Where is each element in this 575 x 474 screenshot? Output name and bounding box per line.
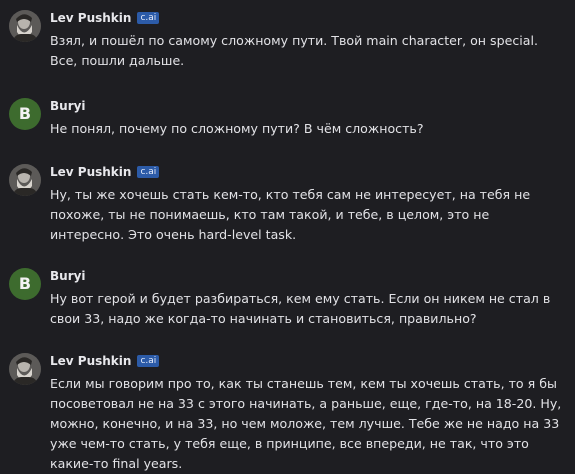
avatar[interactable]: B — [9, 268, 41, 300]
author-name[interactable]: Buryi — [50, 98, 86, 114]
message-text: Ну вот герой и будет разбираться, кем ем… — [50, 291, 551, 326]
message-text: Если мы говорим про то, как ты станешь т… — [50, 376, 562, 471]
chat-transcript: Lev Pushkin c.ai Взял, и пошёл по самому… — [0, 0, 575, 471]
message-header: Lev Pushkin c.ai — [50, 164, 160, 180]
portrait-avatar-icon — [9, 164, 41, 196]
message-text: Не понял, почему по сложному пути? В чём… — [50, 121, 424, 136]
portrait-avatar-icon — [9, 10, 41, 42]
message-header: Lev Pushkin c.ai — [50, 353, 160, 369]
message-text: Ну, ты же хочешь стать кем-то, кто тебя … — [50, 187, 531, 242]
author-name[interactable]: Lev Pushkin — [50, 353, 131, 369]
author-name[interactable]: Lev Pushkin — [50, 164, 131, 180]
avatar[interactable] — [9, 164, 41, 196]
message-text: Взял, и пошёл по самому сложному пути. Т… — [50, 33, 538, 68]
author-name[interactable]: Lev Pushkin — [50, 10, 131, 26]
author-name[interactable]: Buryi — [50, 268, 86, 284]
avatar[interactable] — [9, 10, 41, 42]
ai-badge: c.ai — [137, 355, 160, 367]
message-header: Buryi — [50, 268, 86, 284]
ai-badge: c.ai — [137, 166, 160, 178]
avatar[interactable] — [9, 353, 41, 385]
avatar[interactable]: B — [9, 98, 41, 130]
message-header: Buryi — [50, 98, 86, 114]
ai-badge: c.ai — [137, 12, 160, 24]
portrait-avatar-icon — [9, 353, 41, 385]
message-header: Lev Pushkin c.ai — [50, 10, 160, 26]
